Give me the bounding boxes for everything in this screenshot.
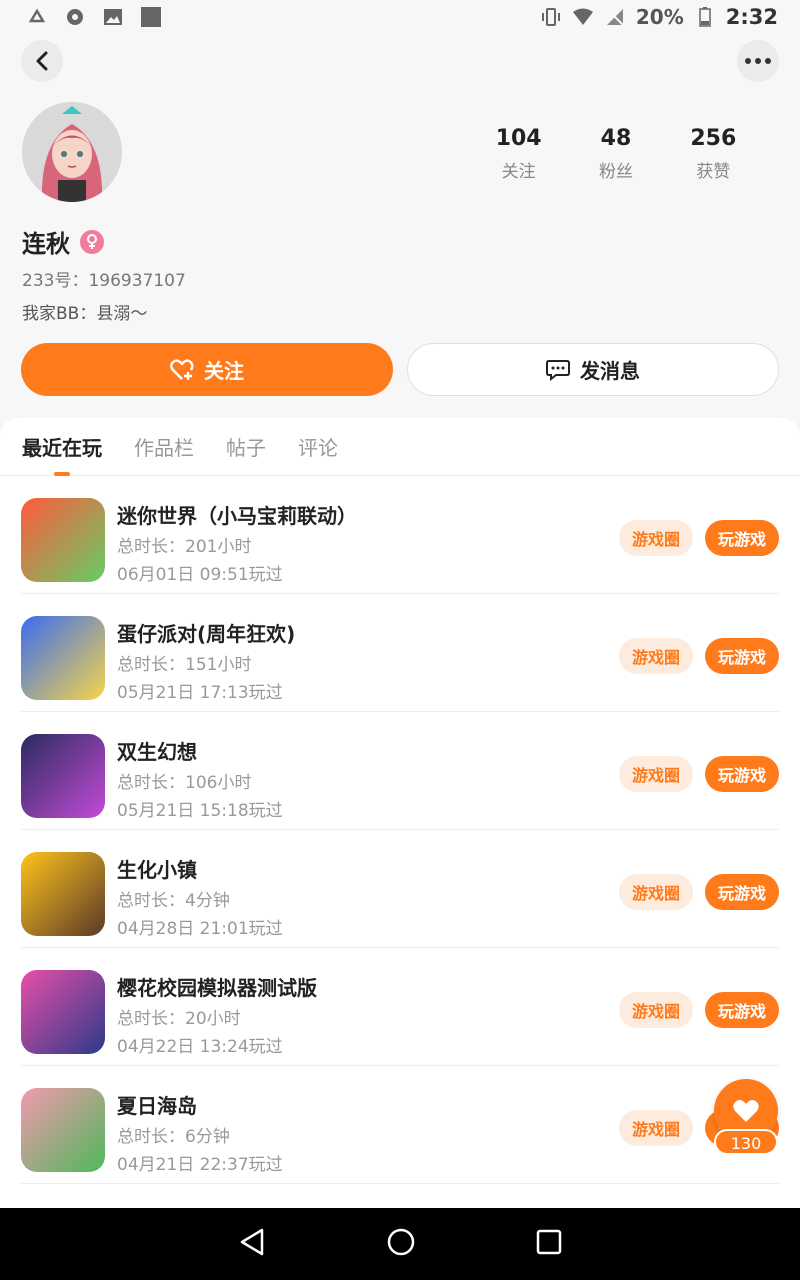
game-icon[interactable] — [21, 1088, 105, 1172]
heart-plus-icon — [170, 358, 194, 380]
status-right: 20% 2:32 — [540, 5, 778, 29]
stat-label: 粉丝 — [598, 162, 633, 182]
name-row: 连秋 — [22, 224, 104, 259]
stat-likes[interactable]: 256 获赞 — [665, 126, 762, 182]
image-icon — [102, 6, 124, 28]
chat-icon — [546, 359, 570, 381]
game-icon[interactable] — [21, 616, 105, 700]
game-duration: 总时长：106小时 — [117, 773, 252, 793]
status-left-icons — [26, 6, 162, 28]
game-title: 双生幻想 — [117, 740, 197, 764]
stat-value: 48 — [600, 126, 632, 151]
tab-works[interactable]: 作品栏 — [134, 418, 194, 476]
stat-value: 104 — [495, 126, 542, 151]
game-duration: 总时长：6分钟 — [117, 1127, 230, 1147]
game-circle-button[interactable]: 游戏圈 — [619, 756, 693, 792]
status-bar: 20% 2:32 — [0, 0, 800, 34]
game-item[interactable]: 迷你世界（小马宝莉联动） 总时长：201小时 06月01日 09:51玩过 游戏… — [21, 476, 779, 594]
follow-button[interactable]: 关注 — [21, 343, 393, 396]
play-game-button[interactable]: 玩游戏 — [705, 992, 779, 1028]
chevron-left-icon — [36, 51, 48, 71]
game-title: 夏日海岛 — [117, 1094, 197, 1118]
message-button[interactable]: 发消息 — [407, 343, 779, 396]
game-item[interactable]: 夏日海岛 总时长：6分钟 04月21日 22:37玩过 游戏圈 玩游戏 — [21, 1066, 779, 1184]
tab-posts[interactable]: 帖子 — [226, 418, 266, 476]
game-icon[interactable] — [21, 734, 105, 818]
stat-following[interactable]: 104 关注 — [470, 126, 567, 182]
avatar-image — [22, 102, 122, 202]
content-panel: 最近在玩 作品栏 帖子 评论 迷你世界（小马宝莉联动） 总时长：201小时 06… — [0, 418, 800, 1208]
top-bar — [0, 40, 800, 82]
game-last-played: 06月01日 09:51玩过 — [117, 565, 283, 585]
female-icon — [80, 229, 104, 254]
battery-percent: 20% — [635, 5, 684, 29]
stat-value: 256 — [690, 126, 737, 151]
game-item[interactable]: 樱花校园模拟器测试版 总时长：20小时 04月22日 13:24玩过 游戏圈 玩… — [21, 948, 779, 1066]
follow-label: 关注 — [204, 359, 244, 383]
game-title: 迷你世界（小马宝莉联动） — [117, 504, 357, 528]
game-last-played: 05月21日 17:13玩过 — [117, 683, 283, 703]
game-duration: 总时长：4分钟 — [117, 891, 230, 911]
clock: 2:32 — [725, 5, 778, 29]
game-icon[interactable] — [21, 498, 105, 582]
app-icon — [140, 6, 162, 28]
like-count: 130 — [714, 1129, 778, 1155]
user-bio: 我家BB：县溺～ — [22, 304, 148, 324]
game-circle-button[interactable]: 游戏圈 — [619, 874, 693, 910]
play-game-button[interactable]: 玩游戏 — [705, 874, 779, 910]
play-game-button[interactable]: 玩游戏 — [705, 638, 779, 674]
system-nav-bar — [0, 1208, 800, 1280]
tab-recent-played[interactable]: 最近在玩 — [22, 418, 102, 476]
play-game-button[interactable]: 玩游戏 — [705, 520, 779, 556]
game-icon[interactable] — [21, 970, 105, 1054]
game-item[interactable]: 双生幻想 总时长：106小时 05月21日 15:18玩过 游戏圈 玩游戏 — [21, 712, 779, 830]
game-icon[interactable] — [21, 852, 105, 936]
game-list: 迷你世界（小马宝莉联动） 总时长：201小时 06月01日 09:51玩过 游戏… — [0, 476, 800, 1184]
game-duration: 总时长：151小时 — [117, 655, 252, 675]
no-signal-icon — [604, 6, 626, 28]
play-game-button[interactable]: 玩游戏 — [705, 756, 779, 792]
game-title: 樱花校园模拟器测试版 — [117, 976, 317, 1000]
game-last-played: 04月21日 22:37玩过 — [117, 1155, 283, 1175]
vibrate-icon — [540, 6, 562, 28]
more-icon — [745, 58, 771, 64]
heart-icon — [733, 1100, 759, 1122]
recents-nav-icon[interactable] — [536, 1229, 562, 1259]
message-label: 发消息 — [580, 359, 640, 383]
back-button[interactable] — [21, 40, 63, 82]
tab-bar: 最近在玩 作品栏 帖子 评论 — [0, 418, 800, 476]
game-title: 生化小镇 — [117, 858, 197, 882]
game-last-played: 05月21日 15:18玩过 — [117, 801, 283, 821]
game-last-played: 04月22日 13:24玩过 — [117, 1037, 283, 1057]
user-name: 连秋 — [22, 230, 70, 258]
game-last-played: 04月28日 21:01玩过 — [117, 919, 283, 939]
game-circle-button[interactable]: 游戏圈 — [619, 1110, 693, 1146]
sync-icon — [64, 6, 86, 28]
home-nav-icon[interactable] — [386, 1227, 416, 1261]
more-button[interactable] — [737, 40, 779, 82]
avatar[interactable] — [22, 102, 122, 202]
game-title: 蛋仔派对(周年狂欢) — [117, 622, 296, 646]
notification-icon — [26, 6, 48, 28]
stat-label: 获赞 — [696, 162, 731, 182]
game-item[interactable]: 蛋仔派对(周年狂欢) 总时长：151小时 05月21日 17:13玩过 游戏圈 … — [21, 594, 779, 712]
game-circle-button[interactable]: 游戏圈 — [619, 638, 693, 674]
game-circle-button[interactable]: 游戏圈 — [619, 520, 693, 556]
game-circle-button[interactable]: 游戏圈 — [619, 992, 693, 1028]
tab-comments[interactable]: 评论 — [298, 418, 338, 476]
stat-followers[interactable]: 48 粉丝 — [567, 126, 664, 182]
profile-stats: 104 关注 48 粉丝 256 获赞 — [470, 126, 762, 182]
back-nav-icon[interactable] — [238, 1227, 266, 1261]
game-item[interactable]: 生化小镇 总时长：4分钟 04月28日 21:01玩过 游戏圈 玩游戏 — [21, 830, 779, 948]
battery-icon — [694, 6, 716, 28]
wifi-icon — [572, 6, 594, 28]
user-id: 233号：196937107 — [22, 271, 186, 291]
stat-label: 关注 — [501, 162, 536, 182]
game-duration: 总时长：201小时 — [117, 537, 252, 557]
game-duration: 总时长：20小时 — [117, 1009, 241, 1029]
